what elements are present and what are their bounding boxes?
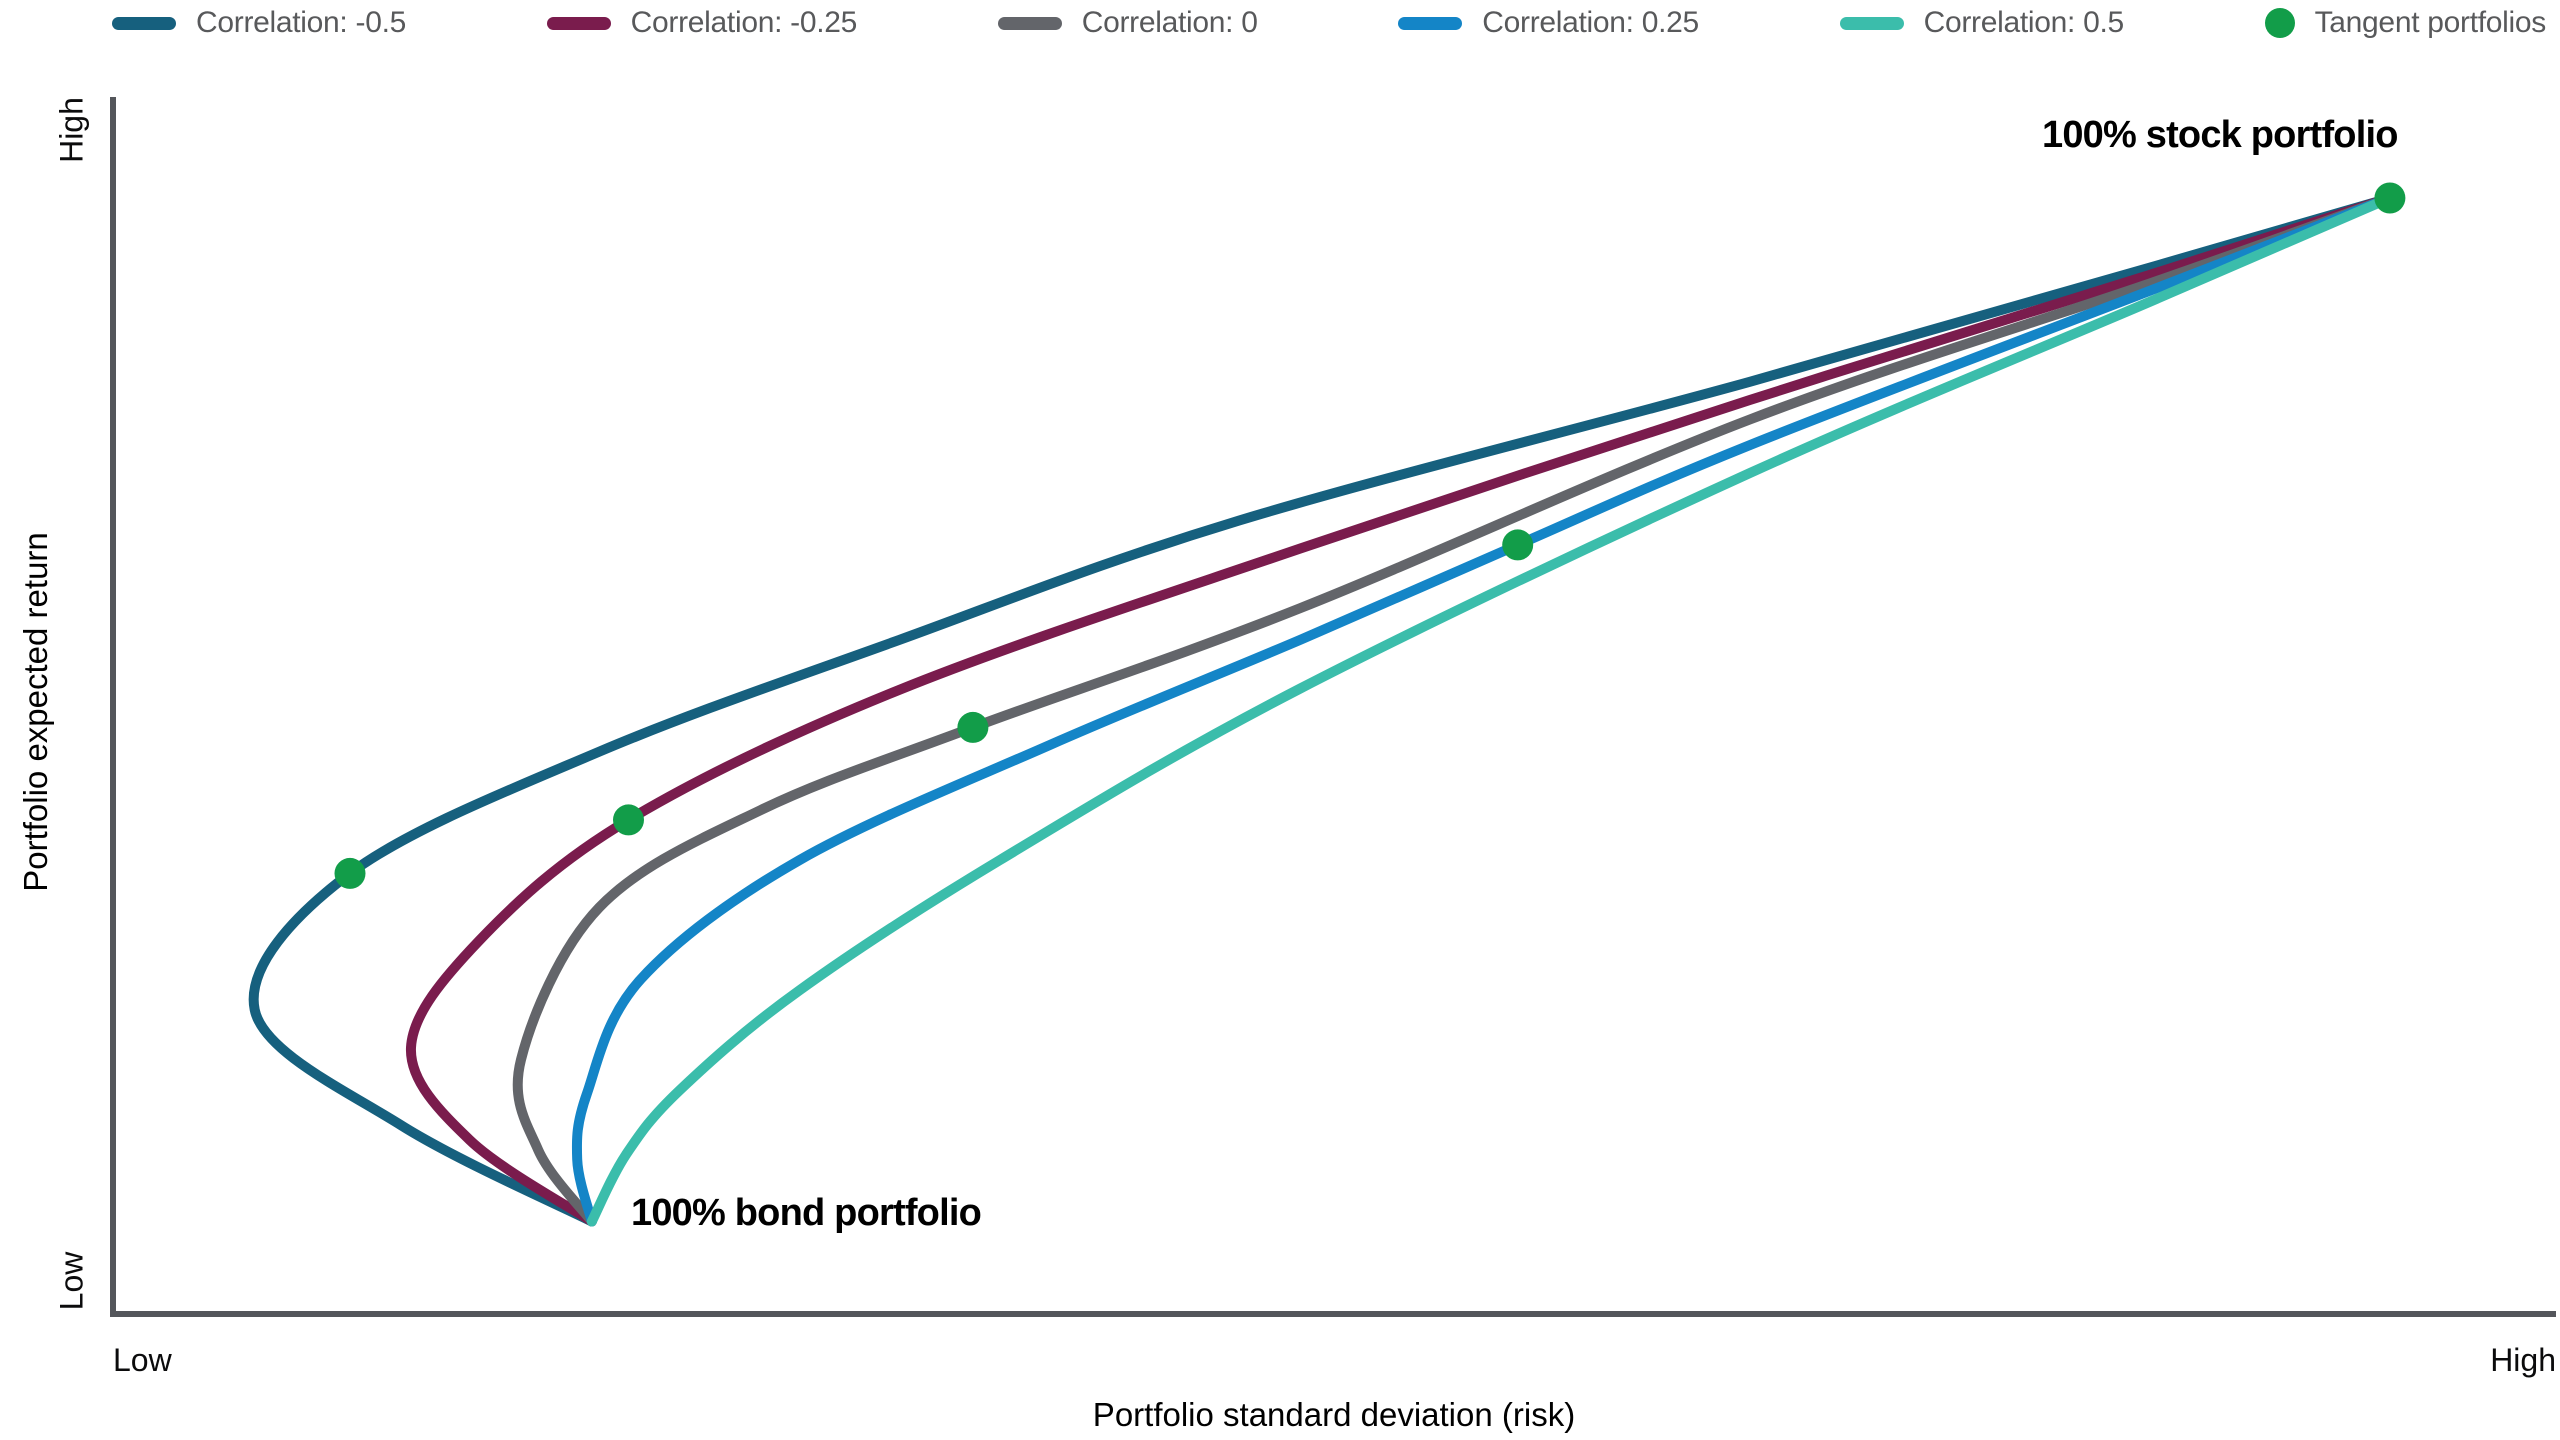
tangent-point [957,712,988,743]
efficient-frontier-chart: Correlation: -0.5Correlation: -0.25Corre… [0,0,2560,1440]
y-axis-min-tick-label: Low [54,1252,91,1311]
tangent-point [1502,529,1533,560]
x-axis-max-tick-label: High [2490,1342,2556,1379]
bond-portfolio-annotation: 100% bond portfolio [631,1192,981,1235]
tangent-point [335,858,366,889]
plot-area [0,0,2560,1440]
stock-portfolio-annotation: 100% stock portfolio [2042,114,2398,157]
curve-zero [518,198,2390,1222]
tangent-point [2374,183,2405,214]
curve-neg05 [254,198,2390,1222]
x-axis-title: Portfolio standard deviation (risk) [1093,1396,1575,1434]
y-axis-max-tick-label: High [54,97,91,163]
x-axis-min-tick-label: Low [113,1342,172,1379]
tangent-point [613,804,644,835]
y-axis-title: Portfolio expected return [17,532,55,892]
curves [254,198,2390,1222]
